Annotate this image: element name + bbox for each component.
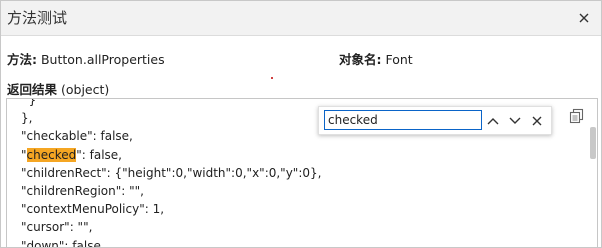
copy-button[interactable] — [567, 107, 585, 125]
code-line: "contextMenuPolicy": 1, — [21, 202, 165, 217]
marker-dot — [271, 77, 273, 79]
code-text: ": false, — [76, 147, 122, 162]
code-line: "checked": false, — [21, 146, 321, 164]
method-value: Button.allProperties — [40, 52, 165, 67]
find-close-button[interactable] — [527, 111, 547, 131]
code-line: "checkable": false, — [21, 129, 133, 144]
result-label: 返回结果 — [7, 82, 58, 97]
code-text: " — [21, 147, 27, 162]
code-line: "childrenRect": {"height":0,"width":0,"x… — [21, 165, 322, 180]
find-next-button[interactable] — [505, 111, 525, 131]
code-line: "cursor": "", — [21, 220, 93, 235]
code-line: "down": false, — [21, 238, 105, 247]
result-type: (object) — [61, 82, 110, 97]
chevron-up-icon — [487, 118, 499, 125]
close-icon — [532, 116, 542, 126]
object-info: 对象名: Font — [339, 49, 413, 68]
close-icon — [579, 13, 589, 23]
search-highlight: checked — [26, 147, 77, 162]
vertical-scrollbar[interactable] — [590, 127, 596, 159]
result-header: 返回结果 (object) — [7, 79, 109, 98]
method-test-dialog: 方法测试 方法: Button.allProperties 对象名: Font … — [0, 0, 602, 248]
title-bar: 方法测试 — [1, 1, 601, 36]
method-info: 方法: Button.allProperties — [7, 49, 165, 68]
find-input[interactable] — [324, 110, 482, 130]
find-previous-button[interactable] — [483, 111, 503, 131]
object-label: 对象名: — [339, 52, 382, 67]
code-content[interactable]: }}, "checkable": false, "checked": false, "… — [21, 98, 322, 247]
code-line: }, — [21, 111, 33, 126]
chevron-down-icon — [509, 117, 521, 124]
find-widget — [318, 106, 552, 135]
copy-icon — [569, 108, 583, 124]
code-line: } — [21, 98, 37, 107]
object-value: Font — [385, 52, 413, 67]
close-button[interactable] — [575, 9, 593, 27]
dialog-title: 方法测试 — [7, 9, 68, 27]
code-line: "childrenRegion": "", — [21, 184, 144, 199]
method-label: 方法: — [7, 52, 37, 67]
